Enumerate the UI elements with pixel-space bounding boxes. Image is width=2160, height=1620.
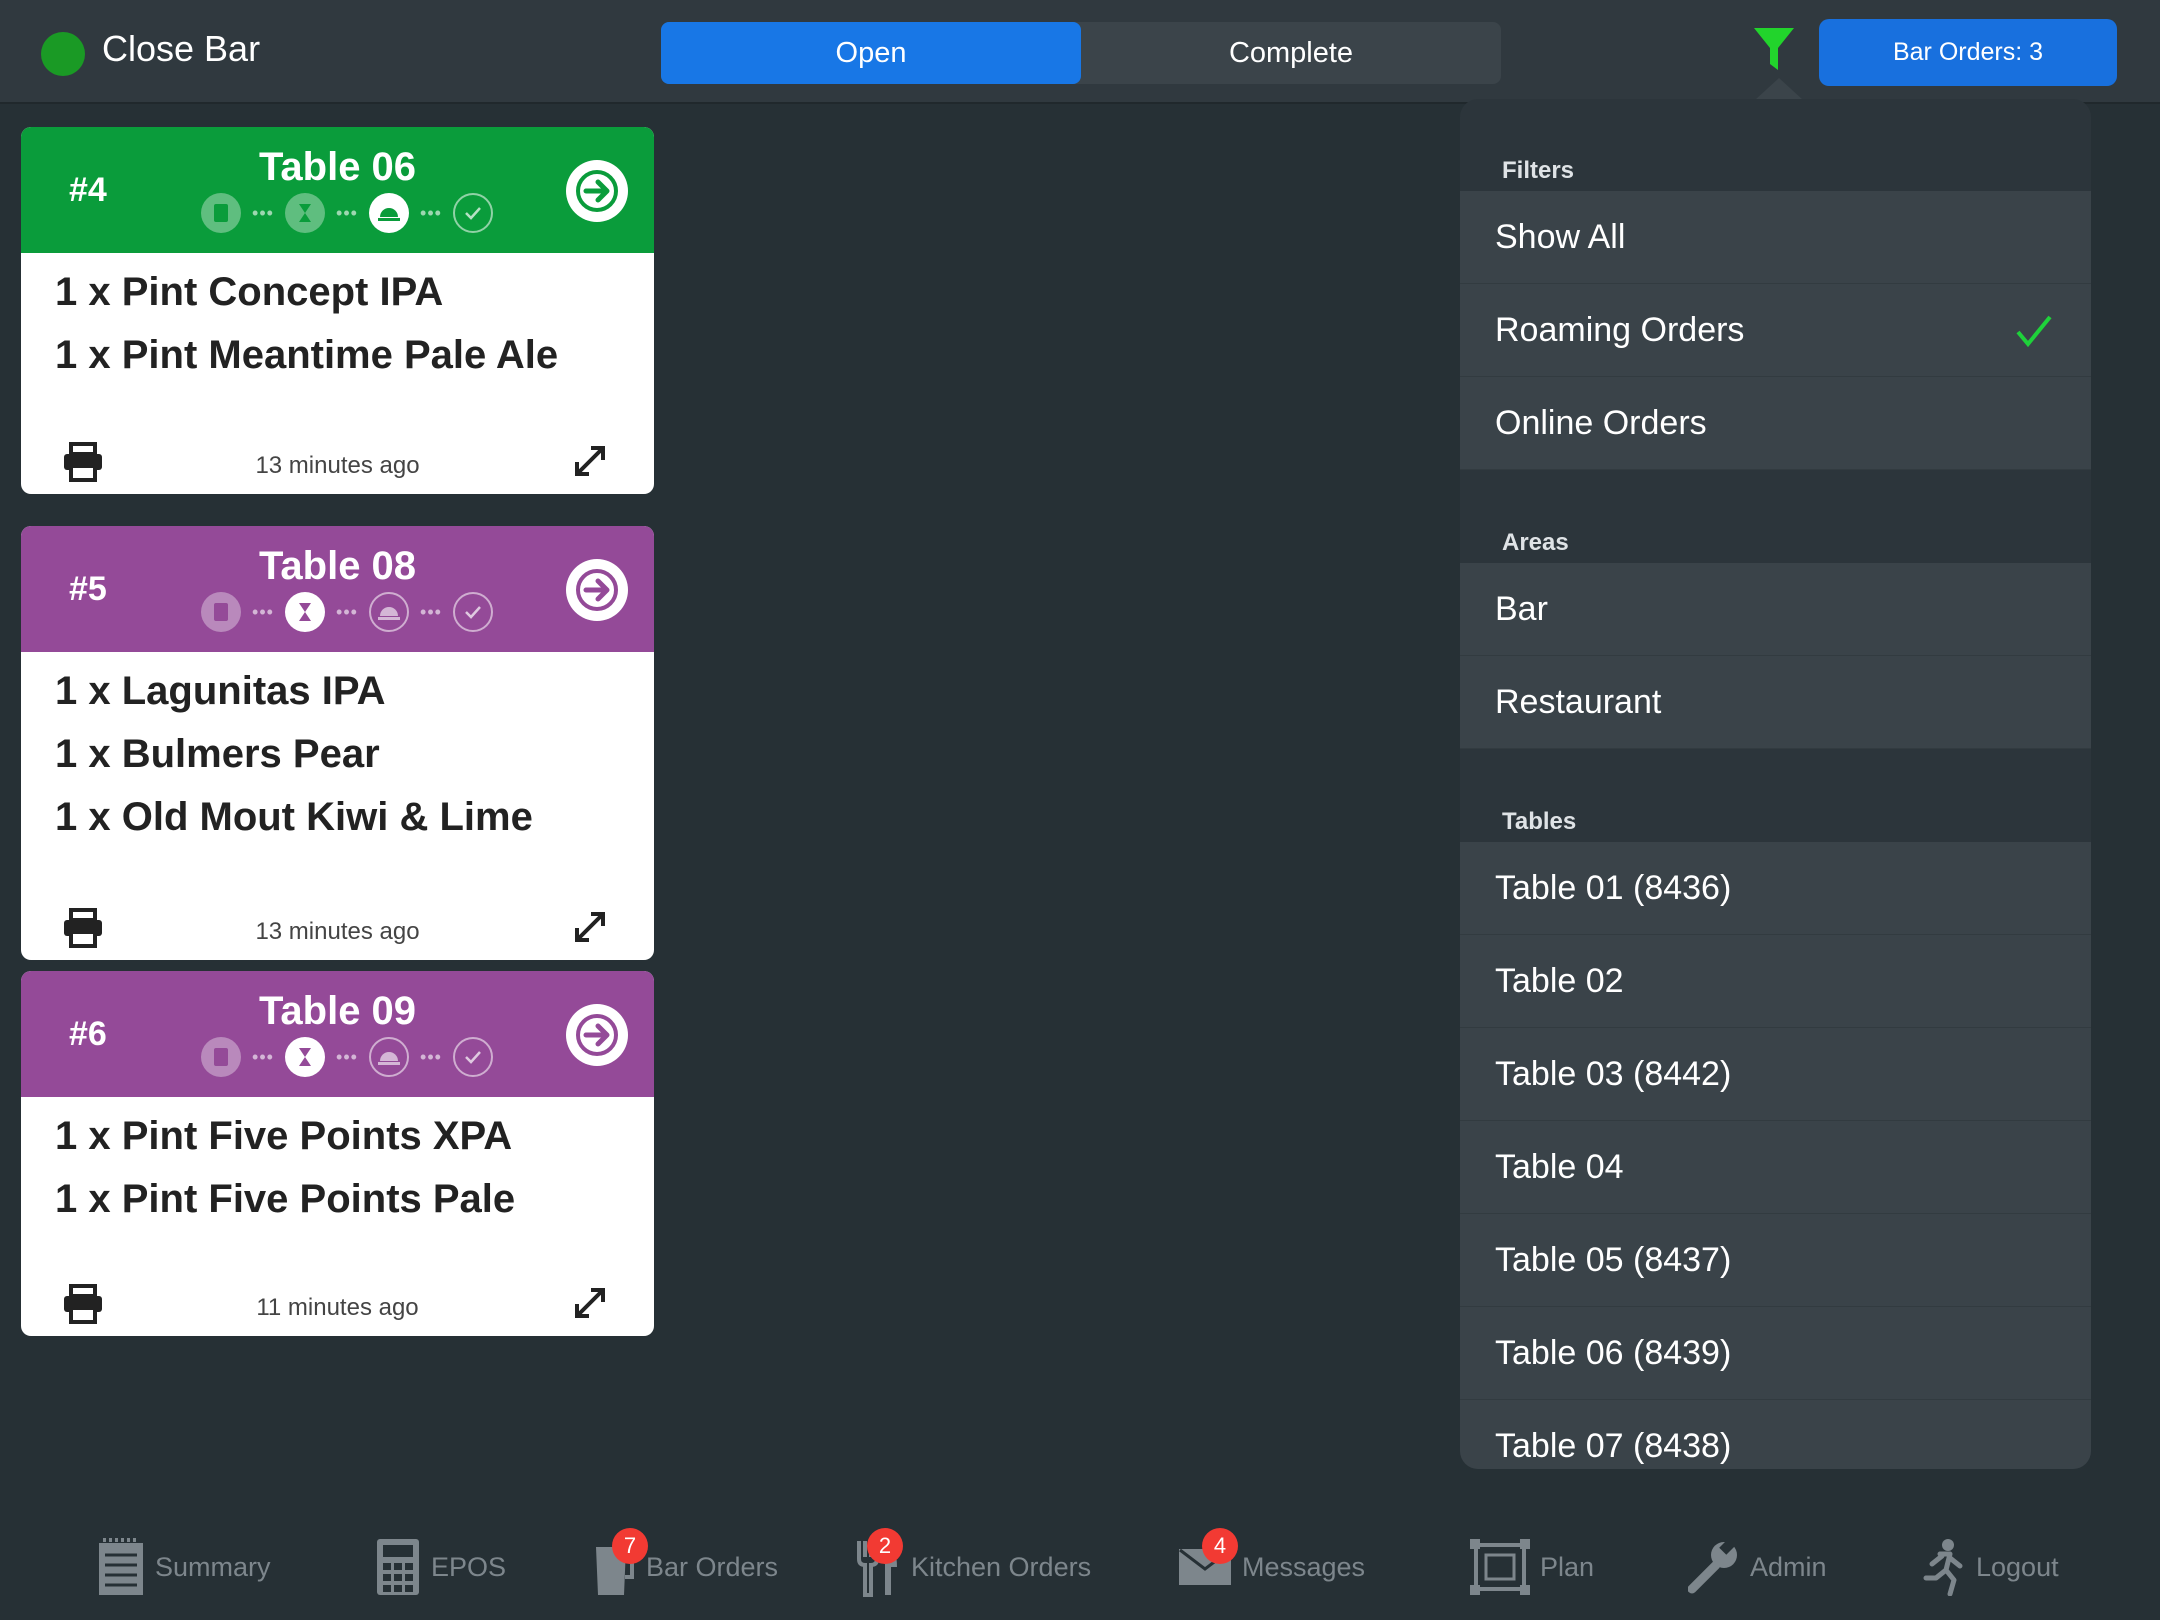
- tab-admin[interactable]: Admin: [1688, 1536, 1827, 1598]
- order-time: 11 minutes ago: [256, 1294, 419, 1321]
- expand-icon[interactable]: [571, 1284, 609, 1322]
- funnel-icon[interactable]: [1752, 26, 1796, 72]
- bar-orders-count-button[interactable]: Bar Orders: 3: [1819, 19, 2117, 86]
- order-items: 1 x Pint Five Points XPA 1 x Pint Five P…: [21, 1097, 654, 1231]
- order-card: #5 Table 08 ••• ••• ••• 1 x Lagunitas IP…: [21, 526, 654, 960]
- hourglass-icon: [285, 592, 325, 632]
- checkmark-icon: [453, 193, 493, 233]
- tab-open[interactable]: Open: [661, 22, 1081, 84]
- order-item: 1 x Pint Five Points XPA: [55, 1114, 513, 1158]
- status-indicator: [41, 32, 85, 76]
- running-man-icon: [1923, 1539, 1963, 1596]
- order-item: 1 x Pint Meantime Pale Ale: [55, 333, 559, 377]
- order-progress-steps: ••• ••• •••: [201, 193, 493, 233]
- tab-messages[interactable]: Messages 4: [1178, 1528, 1365, 1598]
- checkmark-icon: [453, 592, 493, 632]
- checkmark-icon: [453, 1037, 493, 1077]
- order-time: 13 minutes ago: [255, 452, 420, 479]
- order-table-name: Table 08: [258, 544, 417, 588]
- table-option[interactable]: Table 05 (8437): [1460, 1214, 2091, 1307]
- receipt-icon: [201, 1037, 241, 1077]
- expand-icon[interactable]: [571, 442, 609, 480]
- notification-badge: 4: [1202, 1528, 1238, 1564]
- order-table-name: Table 09: [258, 989, 417, 1033]
- area-restaurant[interactable]: Restaurant: [1460, 656, 2091, 749]
- tab-complete[interactable]: Complete: [1081, 22, 1501, 84]
- table-option[interactable]: Table 03 (8442): [1460, 1028, 2091, 1121]
- order-items: 1 x Pint Concept IPA 1 x Pint Meantime P…: [21, 253, 654, 387]
- calculator-icon: [377, 1539, 419, 1595]
- order-card-footer: 13 minutes ago: [21, 434, 654, 494]
- tab-epos[interactable]: EPOS: [375, 1536, 506, 1598]
- tab-bar-orders[interactable]: Bar Orders 7: [590, 1528, 778, 1598]
- order-card-header: #5 Table 08 ••• ••• •••: [21, 526, 654, 652]
- notification-badge: 7: [612, 1528, 648, 1564]
- hourglass-icon: [285, 193, 325, 233]
- section-header-tables: Tables: [1502, 808, 1577, 835]
- cloche-icon: [369, 592, 409, 632]
- order-item: 1 x Lagunitas IPA: [55, 669, 386, 713]
- floor-plan-icon: [1470, 1539, 1530, 1595]
- tab-plan[interactable]: Plan: [1470, 1536, 1594, 1598]
- arrow-right-icon[interactable]: [566, 160, 628, 222]
- summary-icon: [99, 1538, 143, 1595]
- order-item: 1 x Bulmers Pear: [55, 732, 380, 776]
- order-progress-steps: ••• ••• •••: [201, 1037, 493, 1077]
- order-card-footer: 13 minutes ago: [21, 900, 654, 960]
- wrench-icon: [1688, 1539, 1737, 1594]
- section-header-filters: Filters: [1502, 157, 1575, 184]
- popover-caret: [1755, 78, 1803, 100]
- receipt-icon: [201, 592, 241, 632]
- expand-icon[interactable]: [571, 908, 609, 946]
- filter-show-all[interactable]: Show All: [1460, 191, 2091, 284]
- order-status-segmented-control: Open Complete: [661, 22, 1501, 84]
- notification-badge: 2: [867, 1528, 903, 1564]
- tab-summary[interactable]: Summary: [97, 1536, 271, 1598]
- order-items: 1 x Lagunitas IPA 1 x Bulmers Pear 1 x O…: [21, 652, 654, 849]
- order-card-footer: 11 minutes ago: [21, 1276, 654, 1336]
- filter-popover: Filters Show All Roaming Orders Online O…: [1460, 99, 2091, 1469]
- table-option[interactable]: Table 02: [1460, 935, 2091, 1028]
- order-time: 13 minutes ago: [255, 918, 420, 945]
- tab-kitchen-orders[interactable]: Kitchen Orders 2: [855, 1528, 1091, 1598]
- checkmark-icon: [2016, 315, 2052, 348]
- filter-online-orders[interactable]: Online Orders: [1460, 377, 2091, 470]
- order-item: 1 x Old Mout Kiwi & Lime: [55, 795, 533, 839]
- table-option[interactable]: Table 01 (8436): [1460, 842, 2091, 935]
- cloche-icon: [369, 193, 409, 233]
- order-progress-steps: ••• ••• •••: [201, 592, 493, 632]
- hourglass-icon: [285, 1037, 325, 1077]
- close-bar-button[interactable]: Close Bar: [102, 28, 260, 70]
- order-item: 1 x Pint Concept IPA: [55, 270, 444, 314]
- section-header-areas: Areas: [1502, 529, 1569, 556]
- top-bar: Close Bar Open Complete Bar Orders: 3: [0, 0, 2160, 104]
- tab-logout[interactable]: Logout: [1918, 1536, 2059, 1598]
- order-card-header: #6 Table 09 ••• ••• •••: [21, 971, 654, 1097]
- order-table-name: Table 06: [258, 145, 417, 189]
- arrow-right-icon[interactable]: [566, 559, 628, 621]
- area-bar[interactable]: Bar: [1460, 563, 2091, 656]
- filter-roaming-orders[interactable]: Roaming Orders: [1460, 284, 2091, 377]
- bottom-tab-bar: Summary EPOS Bar Orders 7 Kitchen Orders…: [0, 1512, 2160, 1620]
- order-card-header: #4 Table 06 ••• ••• •••: [21, 127, 654, 253]
- order-card: #4 Table 06 ••• ••• ••• 1 x Pint Concept…: [21, 127, 654, 494]
- table-option[interactable]: Table 04: [1460, 1121, 2091, 1214]
- table-option[interactable]: Table 07 (8438): [1460, 1400, 2091, 1469]
- arrow-right-icon[interactable]: [566, 1004, 628, 1066]
- order-item: 1 x Pint Five Points Pale: [55, 1177, 516, 1221]
- receipt-icon: [201, 193, 241, 233]
- table-option[interactable]: Table 06 (8439): [1460, 1307, 2091, 1400]
- cloche-icon: [369, 1037, 409, 1077]
- order-card: #6 Table 09 ••• ••• ••• 1 x Pint Five Po…: [21, 971, 654, 1336]
